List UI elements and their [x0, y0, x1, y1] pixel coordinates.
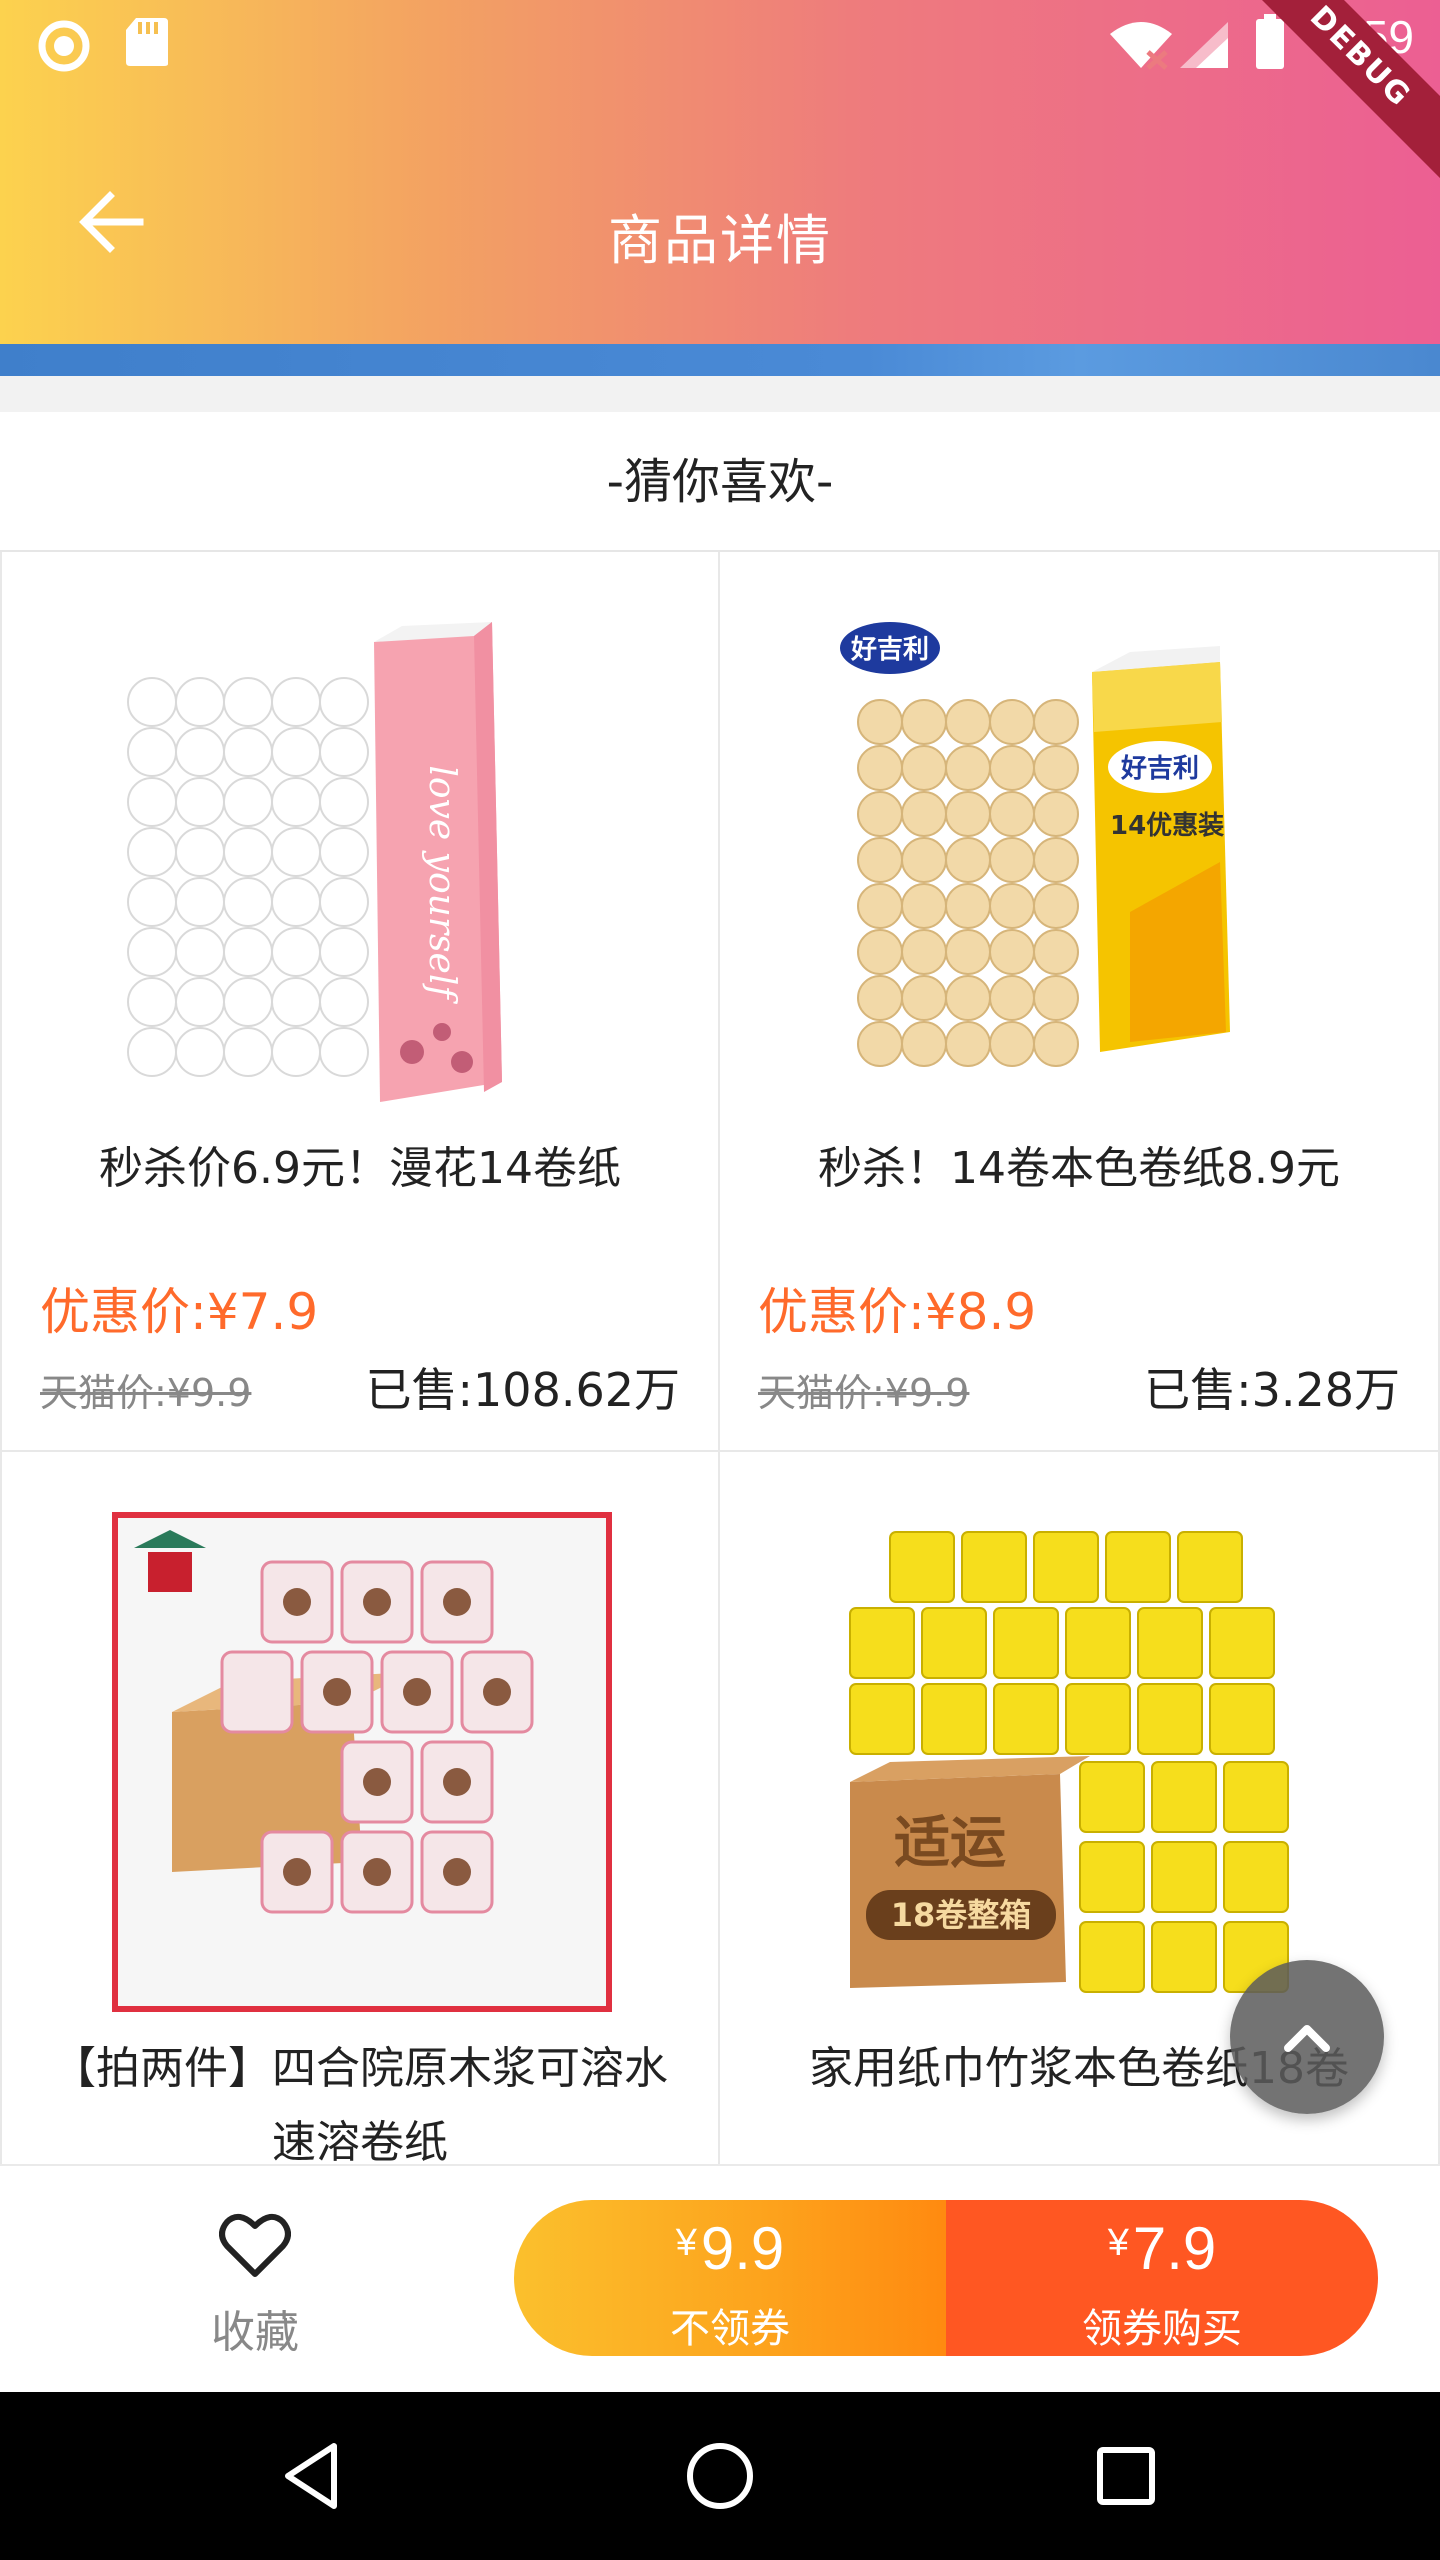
signal-icon [1180, 22, 1228, 68]
divider-gap [0, 376, 1440, 412]
wifi-icon [1110, 22, 1172, 70]
product-title: 秒杀！14卷本色卷纸8.9元 [818, 1143, 1340, 1194]
system-nav-bar [0, 2392, 1440, 2560]
notification-circle-icon [38, 20, 90, 72]
buy-without-coupon-button[interactable]: ¥9.9 不领券 [514, 2200, 946, 2356]
favorite-button[interactable]: 收藏 [180, 2204, 330, 2364]
purchase-buttons: ¥9.9 不领券 ¥7.9 领券购买 [514, 2200, 1378, 2356]
original-price: 天猫价:¥9.9 [40, 1371, 252, 1415]
sold-count: 已售:108.62万 [365, 1363, 680, 1417]
chevron-up-icon [1284, 2025, 1330, 2052]
scroll-to-top-button[interactable] [1230, 1960, 1384, 2114]
favorite-label: 收藏 [211, 2307, 299, 2358]
nav-back-icon[interactable] [276, 2436, 356, 2516]
package-print: 14优惠装 [1110, 811, 1224, 841]
product-image: 适运 18卷整箱 [849, 1531, 1289, 1993]
battery-icon [1256, 14, 1284, 69]
no-coupon-label: 不领券 [670, 2306, 790, 2352]
product-image [112, 1512, 612, 2012]
currency-symbol: ¥ [1107, 2222, 1129, 2264]
price-value: 7.9 [1132, 2215, 1217, 2282]
discount-price: 优惠价:¥7.9 [40, 1283, 319, 1341]
product-card[interactable]: 【拍两件】四合院原木浆可溶水速溶卷纸 [0, 1452, 720, 2164]
product-card[interactable]: love yourself 秒杀价6.9元！漫花14卷纸 优惠价:¥7.9 天猫… [0, 552, 720, 1452]
nav-home-icon[interactable] [680, 2436, 760, 2516]
package-print: love yourself [421, 765, 462, 1004]
sd-card-icon [126, 18, 168, 66]
nav-recents-icon[interactable] [1086, 2436, 1166, 2516]
header-strip [0, 344, 1440, 376]
package-print: 18卷整箱 [891, 1896, 1032, 1934]
price-no-coupon: ¥9.9 [514, 2214, 946, 2283]
package-print: 好吉利 [1120, 754, 1199, 784]
heart-icon [219, 2213, 291, 2277]
currency-symbol: ¥ [675, 2222, 697, 2264]
product-title: 【拍两件】四合院原木浆可溶水速溶卷纸 [52, 2043, 668, 2164]
buy-with-coupon-button[interactable]: ¥7.9 领券购买 [946, 2200, 1378, 2356]
product-image: 好吉利 好吉利 14优惠装 [840, 622, 1230, 1067]
package-print: 好吉利 [850, 635, 929, 665]
price-meta: 天猫价:¥9.9 已售:108.62万 [40, 1354, 680, 1417]
price-meta: 天猫价:¥9.9 已售:3.28万 [758, 1354, 1400, 1417]
with-coupon-label: 领券购买 [1082, 2306, 1242, 2352]
status-bar: 1:59 DEBUG [0, 0, 1440, 184]
product-card[interactable]: 好吉利 好吉利 14优惠装 秒杀！14卷本色卷纸8.9元 优惠价:¥8.9 天猫… [720, 552, 1440, 1452]
original-price: 天猫价:¥9.9 [758, 1371, 970, 1415]
page-title: 商品详情 [608, 209, 832, 272]
recommend-section-title: -猜你喜欢- [0, 412, 1440, 552]
price-value: 9.9 [700, 2215, 785, 2282]
price-with-coupon: ¥7.9 [946, 2214, 1378, 2283]
product-grid: love yourself 秒杀价6.9元！漫花14卷纸 优惠价:¥7.9 天猫… [0, 552, 1440, 2164]
package-print: 适运 [894, 1811, 1006, 1876]
discount-price: 优惠价:¥8.9 [758, 1283, 1037, 1341]
product-image: love yourself [127, 622, 502, 1102]
product-title: 秒杀价6.9元！漫花14卷纸 [99, 1143, 621, 1194]
sold-count: 已售:3.28万 [1144, 1363, 1400, 1417]
